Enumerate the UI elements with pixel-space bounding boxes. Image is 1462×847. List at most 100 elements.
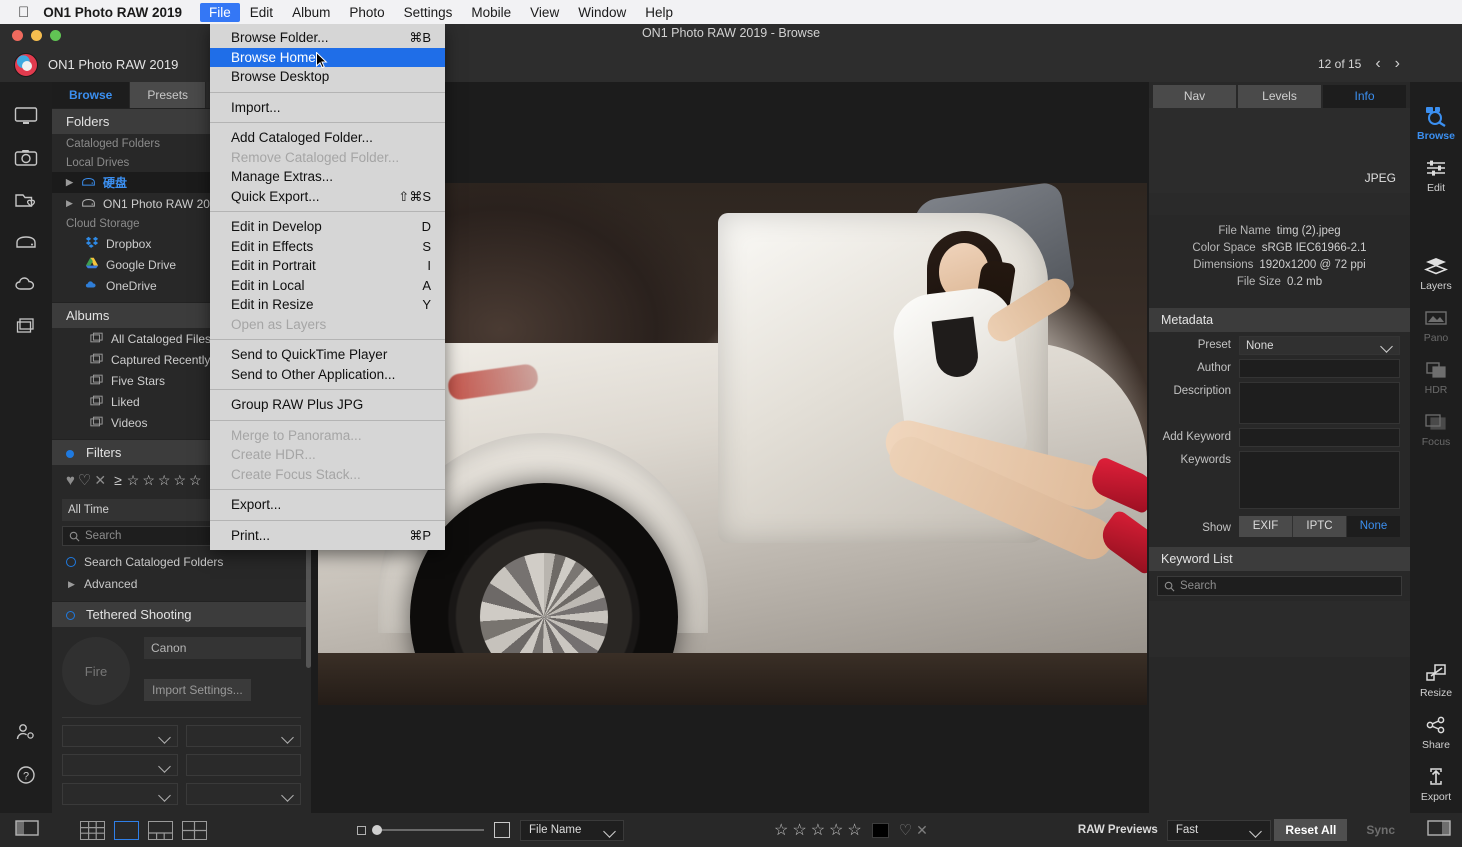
menu-mobile[interactable]: Mobile — [462, 3, 520, 22]
menu-file[interactable]: File — [200, 2, 240, 22]
module-layers[interactable]: Layers — [1420, 254, 1452, 292]
star-5-icon[interactable]: ☆ — [189, 472, 202, 489]
module-edit[interactable]: Edit — [1423, 156, 1449, 194]
tab-info[interactable]: Info — [1323, 85, 1406, 108]
camera-field[interactable]: Canon — [144, 637, 301, 659]
keywords-field[interactable] — [1239, 451, 1400, 509]
module-export[interactable]: Export — [1421, 765, 1451, 803]
reject-x-icon[interactable]: ✕ — [916, 822, 928, 839]
star-2-icon[interactable]: ☆ — [142, 472, 155, 489]
folder-heart-icon[interactable] — [12, 188, 40, 212]
show-exif-button[interactable]: EXIF — [1239, 516, 1293, 537]
reject-x-icon[interactable]: ✕ — [94, 472, 106, 489]
small-thumbnail-icon[interactable] — [357, 825, 366, 835]
camera-icon[interactable] — [12, 146, 40, 170]
star-3-icon[interactable]: ☆ — [158, 472, 171, 489]
module-browse[interactable]: Browse — [1417, 104, 1455, 142]
fire-button[interactable]: Fire — [62, 637, 130, 705]
drive-icon[interactable] — [12, 230, 40, 254]
search-cataloged-folders-option[interactable]: Search Cataloged Folders — [52, 551, 311, 573]
radio-icon[interactable] — [66, 557, 76, 567]
keyword-list-header[interactable]: Keyword List — [1149, 547, 1410, 571]
tab-levels[interactable]: Levels — [1238, 85, 1321, 108]
tethered-select-1a[interactable] — [62, 725, 178, 747]
import-settings-button[interactable]: Import Settings... — [144, 679, 251, 701]
preset-select[interactable]: None — [1239, 336, 1400, 355]
menu-item-manage-extras[interactable]: Manage Extras... — [210, 167, 445, 187]
menu-photo[interactable]: Photo — [340, 3, 393, 22]
menu-item-export[interactable]: Export... — [210, 495, 445, 515]
menu-settings[interactable]: Settings — [395, 3, 462, 22]
tethered-select-2a[interactable] — [62, 754, 178, 776]
toggle-right-panel-icon[interactable] — [1426, 818, 1452, 843]
apple-logo-icon[interactable]:  — [18, 5, 29, 20]
tethered-shooting-header[interactable]: Tethered Shooting — [52, 601, 311, 627]
menu-item-group-raw-plus-jpg[interactable]: Group RAW Plus JPG — [210, 395, 445, 415]
author-field[interactable] — [1239, 359, 1400, 378]
menu-item-send-to-quicktime[interactable]: Send to QuickTime Player — [210, 345, 445, 365]
star-1-icon[interactable]: ☆ — [774, 820, 788, 840]
gte-icon[interactable]: ≥ — [114, 472, 122, 488]
menu-item-browse-folder[interactable]: Browse Folder... ⌘B — [210, 28, 445, 48]
star-2-icon[interactable]: ☆ — [792, 820, 806, 840]
stack-icon[interactable] — [12, 314, 40, 338]
menu-view[interactable]: View — [521, 3, 568, 22]
tethered-field-2b[interactable] — [185, 754, 301, 776]
module-hdr[interactable]: HDR — [1423, 358, 1449, 396]
add-keyword-field[interactable] — [1239, 428, 1400, 447]
menu-edit[interactable]: Edit — [241, 3, 282, 22]
next-image-button[interactable]: › — [1395, 56, 1400, 72]
menu-item-quick-export[interactable]: Quick Export... ⇧⌘S — [210, 187, 445, 207]
advanced-toggle[interactable]: ▶ Advanced — [52, 573, 311, 595]
heart-outline-icon[interactable]: ♡ — [78, 471, 91, 489]
chevron-right-icon[interactable]: ▶ — [66, 177, 74, 188]
slider-knob[interactable] — [372, 825, 382, 835]
module-share[interactable]: Share — [1422, 713, 1450, 751]
menu-item-edit-in-local[interactable]: Edit in Local A — [210, 276, 445, 296]
heart-outline-icon[interactable]: ♡ — [899, 821, 912, 839]
menu-item-add-cataloged-folder[interactable]: Add Cataloged Folder... — [210, 128, 445, 148]
menu-item-edit-in-portrait[interactable]: Edit in Portrait I — [210, 256, 445, 276]
chevron-right-icon[interactable]: ▶ — [68, 579, 76, 590]
help-icon[interactable]: ? — [12, 763, 40, 787]
module-focus[interactable]: Focus — [1422, 410, 1450, 448]
reset-all-button[interactable]: Reset All — [1274, 819, 1348, 841]
menu-item-edit-in-effects[interactable]: Edit in Effects S — [210, 237, 445, 257]
tab-browse[interactable]: Browse — [52, 82, 131, 108]
module-pano[interactable]: Pano — [1423, 306, 1449, 344]
description-field[interactable] — [1239, 382, 1400, 424]
grid-view-button[interactable] — [80, 820, 105, 840]
raw-previews-select[interactable]: Fast — [1166, 819, 1271, 841]
tab-presets[interactable]: Presets — [130, 82, 207, 108]
tethered-select-3a[interactable] — [62, 783, 178, 805]
star-1-icon[interactable]: ☆ — [127, 472, 140, 489]
star-4-icon[interactable]: ☆ — [173, 472, 186, 489]
show-none-button[interactable]: None — [1347, 516, 1400, 537]
metadata-section-header[interactable]: Metadata — [1149, 308, 1410, 332]
single-view-button[interactable] — [114, 820, 139, 840]
cloud-icon[interactable] — [12, 272, 40, 296]
monitor-icon[interactable] — [12, 104, 40, 128]
menu-item-edit-in-develop[interactable]: Edit in Develop D — [210, 217, 445, 237]
star-3-icon[interactable]: ☆ — [811, 820, 825, 840]
filmstrip-view-button[interactable] — [148, 820, 173, 840]
menu-item-edit-in-resize[interactable]: Edit in Resize Y — [210, 295, 445, 315]
menu-album[interactable]: Album — [283, 3, 339, 22]
star-4-icon[interactable]: ☆ — [829, 820, 843, 840]
compare-view-button[interactable] — [182, 820, 207, 840]
menu-help[interactable]: Help — [636, 3, 682, 22]
filename-sort-select[interactable]: File Name — [520, 819, 624, 841]
menu-item-send-to-other-application[interactable]: Send to Other Application... — [210, 365, 445, 385]
thumbnail-size-slider[interactable] — [372, 825, 484, 835]
heart-filled-icon[interactable]: ♥ — [66, 472, 75, 489]
star-5-icon[interactable]: ☆ — [847, 820, 861, 840]
chevron-right-icon[interactable]: ▶ — [66, 198, 74, 209]
toggle-left-panel-icon[interactable] — [14, 818, 40, 843]
module-resize[interactable]: Resize — [1420, 661, 1452, 699]
tethered-select-3b[interactable] — [185, 783, 301, 805]
color-label-swatch[interactable] — [871, 822, 889, 838]
keyword-search-box[interactable]: Search — [1157, 576, 1402, 596]
menu-item-print[interactable]: Print... ⌘P — [210, 526, 445, 546]
user-settings-icon[interactable] — [12, 721, 40, 745]
menu-window[interactable]: Window — [569, 3, 635, 22]
